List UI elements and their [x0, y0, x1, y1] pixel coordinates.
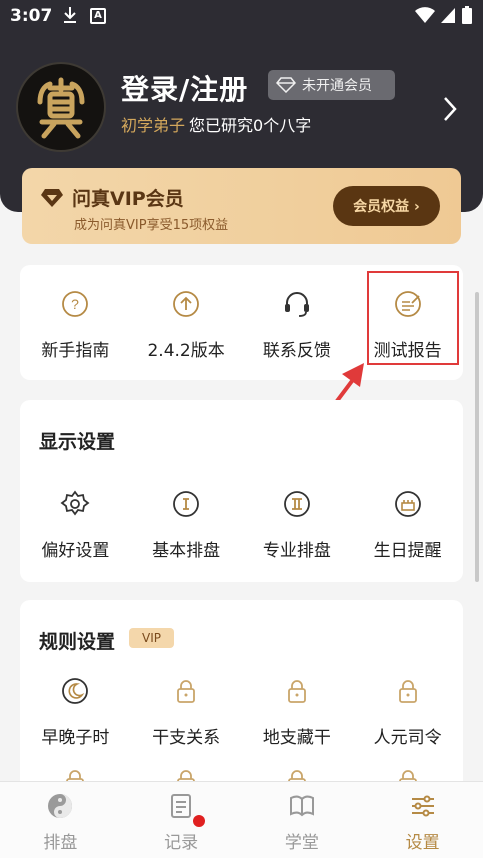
setting-basic-chart[interactable]: 基本排盘 [131, 488, 242, 561]
cake-icon [392, 488, 424, 520]
headset-icon [281, 288, 313, 320]
gear-icon [59, 488, 91, 520]
rule-settings-panel: 规则设置 VIP 早晚子时 干支关系 地支藏干 人元司令 [20, 600, 463, 800]
display-settings-panel: 显示设置 偏好设置 基本排盘 专业排盘 生日提醒 [20, 400, 463, 582]
moon-icon [59, 675, 91, 707]
status-bar: 3:07 A [0, 0, 483, 34]
rule-label: 干支关系 [152, 728, 221, 748]
lock-icon [281, 675, 313, 707]
display-settings-title: 显示设置 [39, 431, 116, 453]
setting-label: 专业排盘 [262, 541, 331, 561]
signal-icon [441, 8, 455, 23]
quick-item-feedback[interactable]: 联系反馈 [242, 288, 353, 361]
rule-label: 早晚子时 [41, 728, 110, 748]
rule-settings-title: 规则设置 [39, 631, 116, 653]
rule-hidden-stems[interactable]: 地支藏干 [242, 675, 353, 748]
bottom-nav: 排盘 记录 学堂 设置 [0, 781, 483, 858]
quick-item-label: 新手指南 [41, 341, 110, 361]
quick-item-label: 2.4.2版本 [147, 341, 225, 361]
zhen-logo-icon [37, 77, 85, 139]
vip-card[interactable]: 问真VIP会员 成为问真VIP享受15项权益 会员权益 › [22, 168, 461, 244]
status-time: 3:07 [10, 6, 53, 26]
lock-icon [392, 675, 424, 707]
one-icon [170, 488, 202, 520]
login-register-title[interactable]: 登录/注册 [121, 68, 248, 108]
setting-label: 基本排盘 [152, 541, 221, 561]
vip-status-text: 未开通会员 [302, 78, 372, 94]
rule-early-late-zi[interactable]: 早晚子时 [20, 675, 131, 748]
chevron-right-icon[interactable] [440, 95, 460, 123]
battery-icon [462, 6, 472, 24]
diamond-icon [41, 189, 63, 207]
rule-ganzhi-relation[interactable]: 干支关系 [131, 675, 242, 748]
avatar[interactable] [16, 62, 106, 152]
notes-icon [171, 794, 192, 818]
setting-label: 生日提醒 [373, 541, 442, 561]
nav-label: 排盘 [43, 833, 78, 853]
app-notification-icon: A [90, 8, 106, 24]
vip-tag: VIP [129, 628, 174, 648]
nav-label: 设置 [405, 833, 440, 853]
study-count-text: 您已研究0个八字 [189, 116, 312, 135]
setting-label: 偏好设置 [41, 541, 110, 561]
rule-label: 地支藏干 [262, 728, 331, 748]
nav-label: 记录 [164, 833, 199, 853]
scrollbar[interactable] [475, 292, 479, 582]
nav-item-settings[interactable]: 设置 [362, 782, 483, 858]
profile-subline: 初学弟子 您已研究0个八字 [121, 112, 311, 136]
vip-status-badge: 未开通会员 [268, 70, 395, 100]
vip-card-title: 问真VIP会员 [72, 188, 184, 210]
nav-item-school[interactable]: 学堂 [242, 782, 363, 858]
lock-icon [170, 675, 202, 707]
quick-item-guide[interactable]: ? 新手指南 [20, 288, 131, 361]
highlight-box [367, 271, 459, 365]
wifi-icon [415, 7, 435, 23]
setting-preferences[interactable]: 偏好设置 [20, 488, 131, 561]
two-icon [281, 488, 313, 520]
rule-renyuan-siling[interactable]: 人元司令 [352, 675, 463, 748]
settings-sliders-icon [411, 795, 434, 817]
unread-dot [192, 815, 205, 827]
diamond-outline-icon [276, 77, 296, 93]
setting-pro-chart[interactable]: 专业排盘 [242, 488, 353, 561]
question-icon: ? [59, 288, 91, 320]
user-rank: 初学弟子 [121, 116, 186, 135]
yinyang-icon [48, 794, 73, 818]
upload-icon [170, 288, 202, 320]
nav-item-records[interactable]: 记录 [121, 782, 242, 858]
vip-card-subtitle: 成为问真VIP享受15项权益 [74, 218, 229, 233]
rule-label: 人元司令 [373, 728, 442, 748]
nav-label: 学堂 [284, 833, 319, 853]
setting-birthday-reminder[interactable]: 生日提醒 [352, 488, 463, 561]
nav-item-chart[interactable]: 排盘 [0, 782, 121, 858]
download-icon [64, 7, 76, 23]
svg-text:?: ? [71, 296, 79, 312]
quick-item-version[interactable]: 2.4.2版本 [131, 288, 242, 361]
member-benefits-button[interactable]: 会员权益 › [333, 186, 440, 226]
book-icon [289, 795, 314, 817]
